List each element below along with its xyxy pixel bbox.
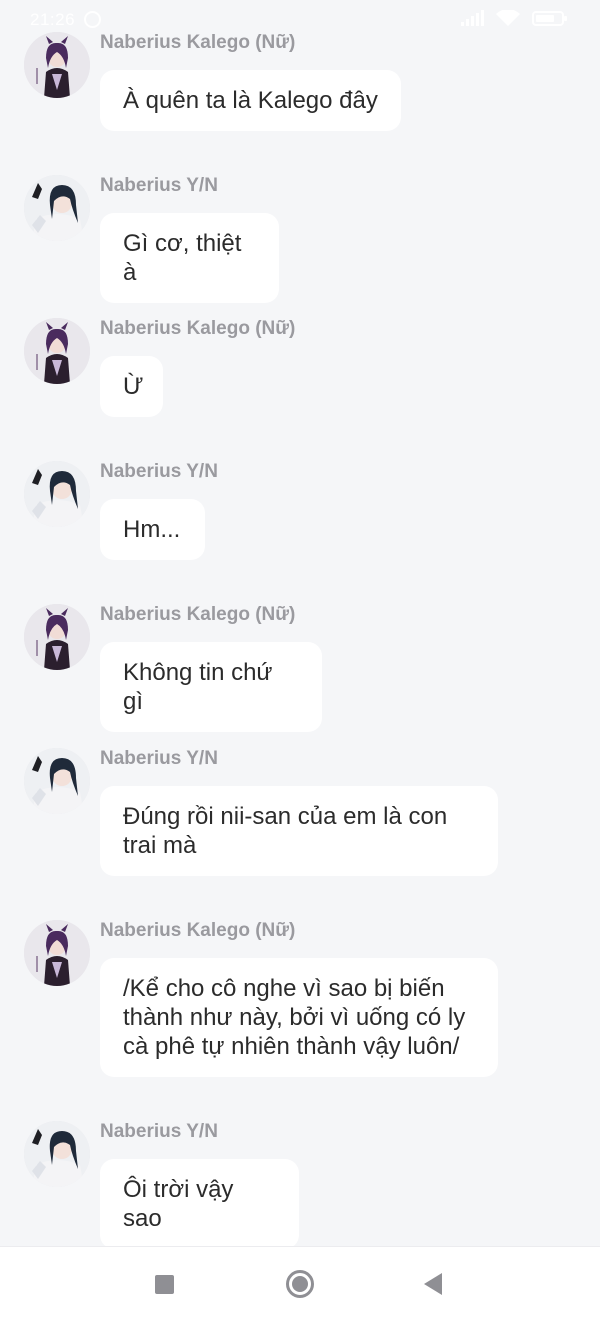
kalego-avatar[interactable]	[24, 318, 90, 384]
kalego-avatar[interactable]	[24, 604, 90, 670]
yn-avatar[interactable]	[24, 175, 90, 241]
battery-icon	[532, 10, 567, 26]
sender-name: Naberius Kalego (Nữ)	[100, 920, 296, 941]
message-bubble[interactable]: Hm...	[100, 499, 205, 560]
sender-name: Naberius Kalego (Nữ)	[100, 318, 296, 339]
message-bubble[interactable]: À quên ta là Kalego đây	[100, 70, 401, 131]
kalego-avatar[interactable]	[24, 32, 90, 98]
message-bubble[interactable]: Ừ	[100, 356, 163, 417]
sender-name: Naberius Y/N	[100, 461, 218, 482]
yn-avatar[interactable]	[24, 1121, 90, 1187]
status-time: 21:26	[30, 10, 76, 29]
back-icon[interactable]	[424, 1273, 442, 1295]
message-bubble[interactable]: Không tin chứ gì	[100, 642, 322, 732]
status-bar: 21:26	[0, 0, 600, 36]
message-bubble[interactable]: /Kể cho cô nghe vì sao bị biến thành như…	[100, 958, 498, 1077]
signal-icon	[461, 10, 484, 26]
sender-name: Naberius Kalego (Nữ)	[100, 32, 296, 53]
navigation-bar	[0, 1246, 600, 1319]
message-bubble[interactable]: Đúng rồi nii-san của em là con trai mà	[100, 786, 498, 876]
home-icon[interactable]	[286, 1270, 314, 1298]
alarm-icon	[84, 11, 101, 28]
wifi-icon	[496, 10, 520, 26]
message-bubble[interactable]: Ôi trời vậy sao	[100, 1159, 299, 1249]
sender-name: Naberius Y/N	[100, 748, 218, 769]
sender-name: Naberius Kalego (Nữ)	[100, 604, 296, 625]
recents-icon[interactable]	[155, 1275, 174, 1294]
kalego-avatar[interactable]	[24, 920, 90, 986]
sender-name: Naberius Y/N	[100, 1121, 218, 1142]
status-icons	[461, 10, 567, 26]
message-bubble[interactable]: Gì cơ, thiệt à	[100, 213, 279, 303]
yn-avatar[interactable]	[24, 748, 90, 814]
yn-avatar[interactable]	[24, 461, 90, 527]
sender-name: Naberius Y/N	[100, 175, 218, 196]
